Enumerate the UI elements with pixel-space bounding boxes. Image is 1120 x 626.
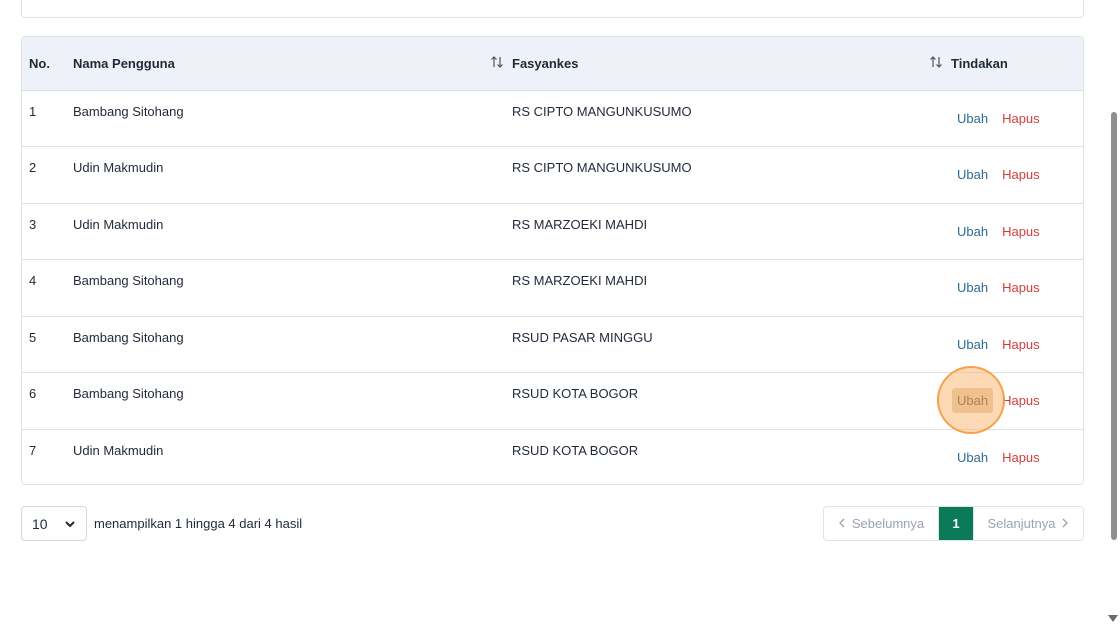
header-name[interactable]: Nama Pengguna: [73, 37, 512, 91]
cell-user-name: Udin Makmudin: [73, 428, 512, 484]
cell-user-name: Bambang Sitohang: [73, 103, 184, 119]
cell-facility: RSUD KOTA BOGOR: [512, 428, 951, 484]
cell-facility: RS CIPTO MANGUNKUSUMO: [512, 103, 692, 119]
users-table-container: No. Nama Pengguna Fasyankes Tindakan 1 B…: [21, 36, 1084, 485]
users-table: No. Nama Pengguna Fasyankes Tindakan 1 B…: [22, 37, 1083, 484]
sort-arrows-icon[interactable]: [929, 55, 943, 69]
pagination-info: menampilkan 1 hingga 4 dari 4 hasil: [94, 516, 303, 531]
next-page-button[interactable]: Selanjutnya: [973, 507, 1083, 540]
cell-facility: RS CIPTO MANGUNKUSUMO: [512, 146, 951, 203]
cell-no: 5: [22, 315, 73, 373]
cell-no: 7: [22, 428, 73, 484]
delete-button[interactable]: Hapus: [997, 219, 1045, 244]
chevron-left-icon: [838, 516, 846, 531]
cell-facility: RS MARZOEKI MAHDI: [512, 259, 951, 316]
delete-button[interactable]: Hapus: [997, 388, 1045, 413]
cell-actions: Ubah Hapus: [951, 428, 1083, 484]
delete-button[interactable]: Hapus: [997, 275, 1045, 300]
page-size-value: 10: [32, 515, 48, 532]
sort-arrows-icon[interactable]: [490, 55, 504, 69]
cell-no: 3: [22, 202, 73, 260]
pagination: Sebelumnya 1 Selanjutnya: [823, 506, 1084, 541]
cell-no: 4: [22, 259, 73, 316]
next-page-label: Selanjutnya: [987, 516, 1056, 531]
cell-actions: Ubah Hapus: [951, 259, 1083, 316]
cell-facility: RS MARZOEKI MAHDI: [512, 202, 951, 260]
top-card: [21, 0, 1084, 18]
chevron-right-icon: [1061, 516, 1069, 531]
edit-button[interactable]: Ubah: [952, 332, 993, 357]
header-name-label: Nama Pengguna: [73, 55, 175, 71]
previous-page-label: Sebelumnya: [851, 516, 925, 531]
cell-facility: RSUD KOTA BOGOR: [512, 372, 951, 429]
edit-button[interactable]: Ubah: [952, 388, 994, 414]
edit-button[interactable]: Ubah: [952, 162, 993, 187]
cell-no: 1: [29, 103, 37, 119]
chevron-down-icon: [64, 517, 76, 529]
cell-user-name: Bambang Sitohang: [73, 315, 512, 373]
delete-button[interactable]: Hapus: [997, 106, 1045, 131]
header-facility-label: Fasyankes: [512, 55, 579, 71]
cell-user-name: Bambang Sitohang: [73, 372, 512, 429]
table-row: 1 Bambang Sitohang RS CIPTO MANGUNKUSUMO Ub…: [22, 90, 1083, 147]
cell-no: 6: [22, 372, 73, 429]
cell-user-name: Udin Makmudin: [73, 146, 512, 203]
cell-user-name: Bambang Sitohang: [73, 259, 512, 316]
delete-button[interactable]: Hapus: [997, 445, 1045, 470]
table-row: 7 Udin Makmudin RSUD KOTA BOGOR Ubah Hapus: [22, 428, 1083, 484]
previous-page-button[interactable]: Sebelumnya: [824, 507, 939, 540]
vertical-scrollbar[interactable]: [1108, 0, 1120, 626]
edit-button[interactable]: Ubah: [952, 219, 993, 244]
table-row: 2 Udin Makmudin RS CIPTO MANGUNKUSUMO Ubah H…: [22, 146, 1083, 203]
cell-user-name: Udin Makmudin: [73, 202, 512, 260]
cell-actions: Ubah Hapus: [951, 146, 1083, 203]
header-actions: Tindakan: [951, 37, 1083, 91]
header-facility[interactable]: Fasyankes: [512, 37, 951, 91]
cell-actions: Ubah Hapus: [951, 372, 1083, 429]
table-row: 4 Bambang Sitohang RS MARZOEKI MAHDI Ubah Ha…: [22, 259, 1083, 316]
scrollbar-thumb[interactable]: [1111, 112, 1117, 540]
edit-button[interactable]: Ubah: [952, 275, 993, 300]
edit-button[interactable]: Ubah: [952, 445, 993, 470]
table-row: 3 Udin Makmudin RS MARZOEKI MAHDI Ubah Hapus: [22, 202, 1083, 260]
cell-no: 2: [22, 146, 73, 203]
table-row: 6 Bambang Sitohang RSUD KOTA BOGOR Ubah Hapu…: [22, 372, 1083, 429]
cell-actions: Ubah Hapus: [951, 315, 1083, 373]
scroll-down-arrow-icon[interactable]: [1108, 615, 1118, 622]
delete-button[interactable]: Hapus: [997, 332, 1045, 357]
edit-button[interactable]: Ubah: [952, 106, 993, 131]
cell-facility: RSUD PASAR MINGGU: [512, 315, 951, 373]
page-number-button[interactable]: 1: [939, 507, 973, 540]
table-header-row: No. Nama Pengguna Fasyankes Tindakan: [22, 37, 1083, 91]
cell-actions: Ubah Hapus: [951, 202, 1083, 260]
page-size-select[interactable]: 10: [21, 506, 87, 541]
table-row: 5 Bambang Sitohang RSUD PASAR MINGGU Ubah Ha…: [22, 315, 1083, 373]
header-no: No.: [22, 37, 73, 91]
delete-button[interactable]: Hapus: [997, 162, 1045, 187]
cell-actions: Ubah Hapus: [951, 90, 1083, 147]
